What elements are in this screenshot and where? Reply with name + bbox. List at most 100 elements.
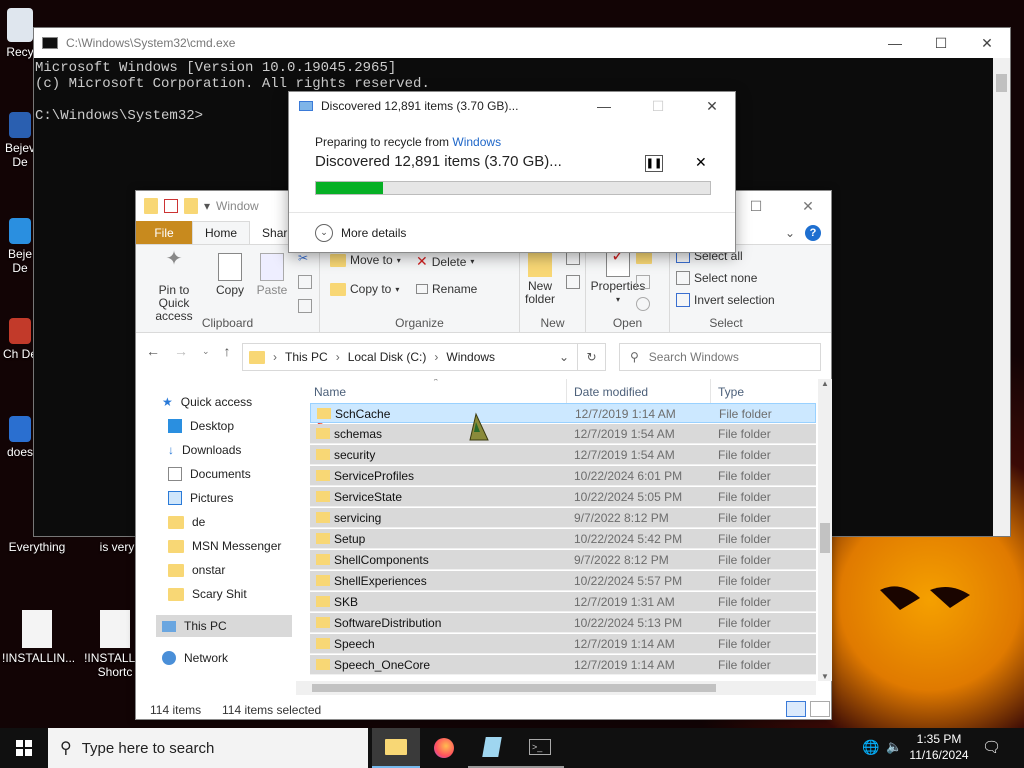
nav-downloads[interactable]: ↓ Downloads 📌 <box>168 439 323 461</box>
taskbar-firefox[interactable] <box>420 728 468 768</box>
nav-network[interactable]: Network <box>162 647 228 669</box>
table-row[interactable]: security 12/7/2019 1:54 AM File folder <box>310 445 816 465</box>
taskbar: ⚲ Type here to search >_ 🌐 🔈 1:35 PM 11/… <box>0 728 1024 768</box>
nav-documents[interactable]: Documents 📌 <box>168 463 323 485</box>
source-folder-link[interactable]: Windows <box>452 135 501 149</box>
new-folder-quick-icon[interactable] <box>184 198 198 214</box>
nav-onstar[interactable]: onstar <box>168 559 225 581</box>
table-row[interactable]: ShellExperiences 10/22/2024 5:57 PM File f… <box>310 571 816 591</box>
table-row[interactable]: ServiceProfiles 10/22/2024 6:01 PM File fo… <box>310 466 816 486</box>
close-button[interactable]: ✕ <box>964 28 1010 58</box>
pin-to-quick-access-button[interactable]: ✦ Pin to Quick access <box>142 249 206 323</box>
new-folder-button[interactable]: New folder <box>520 249 560 306</box>
rename-button[interactable]: Rename <box>416 282 477 296</box>
tab-file[interactable]: File <box>136 221 192 244</box>
nav-de[interactable]: de <box>168 511 205 533</box>
table-row[interactable]: Setup 10/22/2024 5:42 PM File folder <box>310 529 816 549</box>
table-row[interactable]: servicing 9/7/2022 8:12 PM File folder <box>310 508 816 528</box>
taskbar-file-explorer[interactable] <box>372 728 420 768</box>
chevron-right-icon[interactable]: › <box>434 350 438 364</box>
close-button[interactable]: ✕ <box>785 191 831 221</box>
move-to-button[interactable]: Move to ▾ <box>330 253 401 267</box>
more-details-toggle[interactable]: ⌄ More details <box>289 212 735 252</box>
taskbar-notepad[interactable] <box>468 728 516 768</box>
nav-this-pc[interactable]: This PC <box>156 615 292 637</box>
chevron-down-icon[interactable]: ⌄ <box>785 226 795 240</box>
table-row[interactable]: Speech_OneCore 12/7/2019 1:14 AM File fold… <box>310 655 816 675</box>
copy-path-button[interactable] <box>298 275 312 289</box>
network-tray-icon[interactable]: 🌐 <box>862 739 879 756</box>
forward-arrow-icon[interactable]: → <box>174 343 188 359</box>
select-none-button[interactable]: Select none <box>676 271 757 285</box>
file-list-horizontal-scrollbar[interactable] <box>296 681 816 695</box>
nav-pictures[interactable]: Pictures 📌 <box>168 487 323 509</box>
table-row[interactable]: ServiceState 10/22/2024 5:05 PM File folde… <box>310 487 816 507</box>
chevron-down-icon[interactable]: ▾ <box>204 199 210 213</box>
cancel-button[interactable]: ✕ <box>695 154 707 171</box>
table-row[interactable]: SchCache 12/7/2019 1:14 AM File folder <box>310 403 816 423</box>
notification-icon[interactable]: 🗨 <box>982 738 1001 756</box>
table-row[interactable]: Speech 12/7/2019 1:14 AM File folder <box>310 634 816 654</box>
nav-msn-messenger[interactable]: MSN Messenger <box>168 535 281 557</box>
file-list-vertical-scrollbar[interactable]: ▲ ▼ <box>818 379 832 681</box>
large-icons-view-button[interactable] <box>810 701 830 717</box>
chevron-right-icon[interactable]: › <box>273 350 277 364</box>
taskbar-search-box[interactable]: ⚲ Type here to search <box>48 728 368 768</box>
maximize-button[interactable]: ☐ <box>733 191 779 221</box>
delete-button[interactable]: ✕ Delete ▾ <box>416 253 474 270</box>
column-header-type[interactable]: Type <box>718 385 744 399</box>
breadcrumb-item[interactable]: Local Disk (C:) <box>348 350 427 364</box>
breadcrumb-item[interactable]: This PC <box>285 350 328 364</box>
properties-quick-icon[interactable] <box>164 199 178 213</box>
close-button[interactable]: ✕ <box>689 91 735 121</box>
taskbar-cmd[interactable]: >_ <box>516 728 564 768</box>
nav-quick-access[interactable]: ★ Quick access <box>162 391 252 413</box>
table-row[interactable]: schemas 12/7/2019 1:54 AM File folder <box>310 424 816 444</box>
column-header-name[interactable]: Name <box>314 385 346 399</box>
details-view-button[interactable] <box>786 701 806 717</box>
nav-desktop[interactable]: Desktop 📌 <box>168 415 323 437</box>
desktop-icon-installing-1[interactable]: !INSTALLIN... <box>2 610 75 665</box>
minimize-button[interactable]: — <box>872 28 918 58</box>
paste-shortcut-button[interactable] <box>298 299 312 313</box>
desktop-icon-everything[interactable]: Everything <box>2 540 72 554</box>
breadcrumb-item[interactable]: Windows <box>446 350 495 364</box>
edit-button[interactable] <box>636 275 650 289</box>
table-row[interactable]: ShellComponents 9/7/2022 8:12 PM File fold… <box>310 550 816 570</box>
chevron-down-icon[interactable]: ⌄ <box>559 350 569 364</box>
easy-access-button[interactable] <box>566 275 580 289</box>
search-box[interactable]: ⚲ Search Windows <box>619 343 821 371</box>
new-item-button[interactable] <box>566 251 580 265</box>
maximize-button[interactable]: ☐ <box>918 28 964 58</box>
cmd-title-bar[interactable]: C:\Windows\System32\cmd.exe — ☐ ✕ <box>34 28 1010 58</box>
tab-home[interactable]: Home <box>192 221 251 244</box>
help-icon[interactable]: ? <box>805 225 821 241</box>
cut-button[interactable]: ✂ <box>298 251 308 265</box>
copy-button[interactable]: Copy <box>212 253 248 297</box>
copy-to-button[interactable]: Copy to ▾ <box>330 282 399 296</box>
nav-scary-shit[interactable]: Scary Shit <box>168 583 247 605</box>
column-header-date[interactable]: Date modified <box>574 385 648 399</box>
pause-button[interactable]: ❚❚ <box>645 155 663 172</box>
table-row[interactable]: SoftwareDistribution 10/22/2024 5:13 PM Fi… <box>310 613 816 633</box>
table-row[interactable]: SKB 12/7/2019 1:31 AM File folder <box>310 592 816 612</box>
cmd-scrollbar[interactable] <box>993 58 1010 536</box>
recycle-progress-dialog[interactable]: Discovered 12,891 items (3.70 GB)... — ☐… <box>288 91 736 253</box>
history-button[interactable] <box>636 297 650 311</box>
start-button[interactable] <box>0 728 48 768</box>
clock-date: 11/16/2024 <box>909 748 969 762</box>
address-bar[interactable]: › This PC › Local Disk (C:) › Windows ⌄ <box>242 343 578 371</box>
paste-button[interactable]: Paste <box>254 253 290 297</box>
recent-locations-icon[interactable]: ⌄ <box>202 346 210 357</box>
dialog-title-bar[interactable]: Discovered 12,891 items (3.70 GB)... — ☐… <box>289 92 735 120</box>
file-explorer-window[interactable]: ▾ Window ☐ ✕ File Home Shar ⌄ ? ✦ Pin to… <box>135 190 832 720</box>
minimize-button[interactable]: — <box>581 91 627 121</box>
taskbar-clock[interactable]: 1:35 PM 11/16/2024 <box>908 731 970 763</box>
back-arrow-icon[interactable]: ← <box>146 343 160 359</box>
volume-tray-icon[interactable]: 🔈 <box>886 739 902 755</box>
refresh-button[interactable]: ↻ <box>578 343 606 371</box>
chevron-right-icon[interactable]: › <box>336 350 340 364</box>
file-type: File folder <box>718 574 771 588</box>
invert-selection-button[interactable]: Invert selection <box>676 293 775 307</box>
up-arrow-icon[interactable]: ↑ <box>224 343 231 359</box>
